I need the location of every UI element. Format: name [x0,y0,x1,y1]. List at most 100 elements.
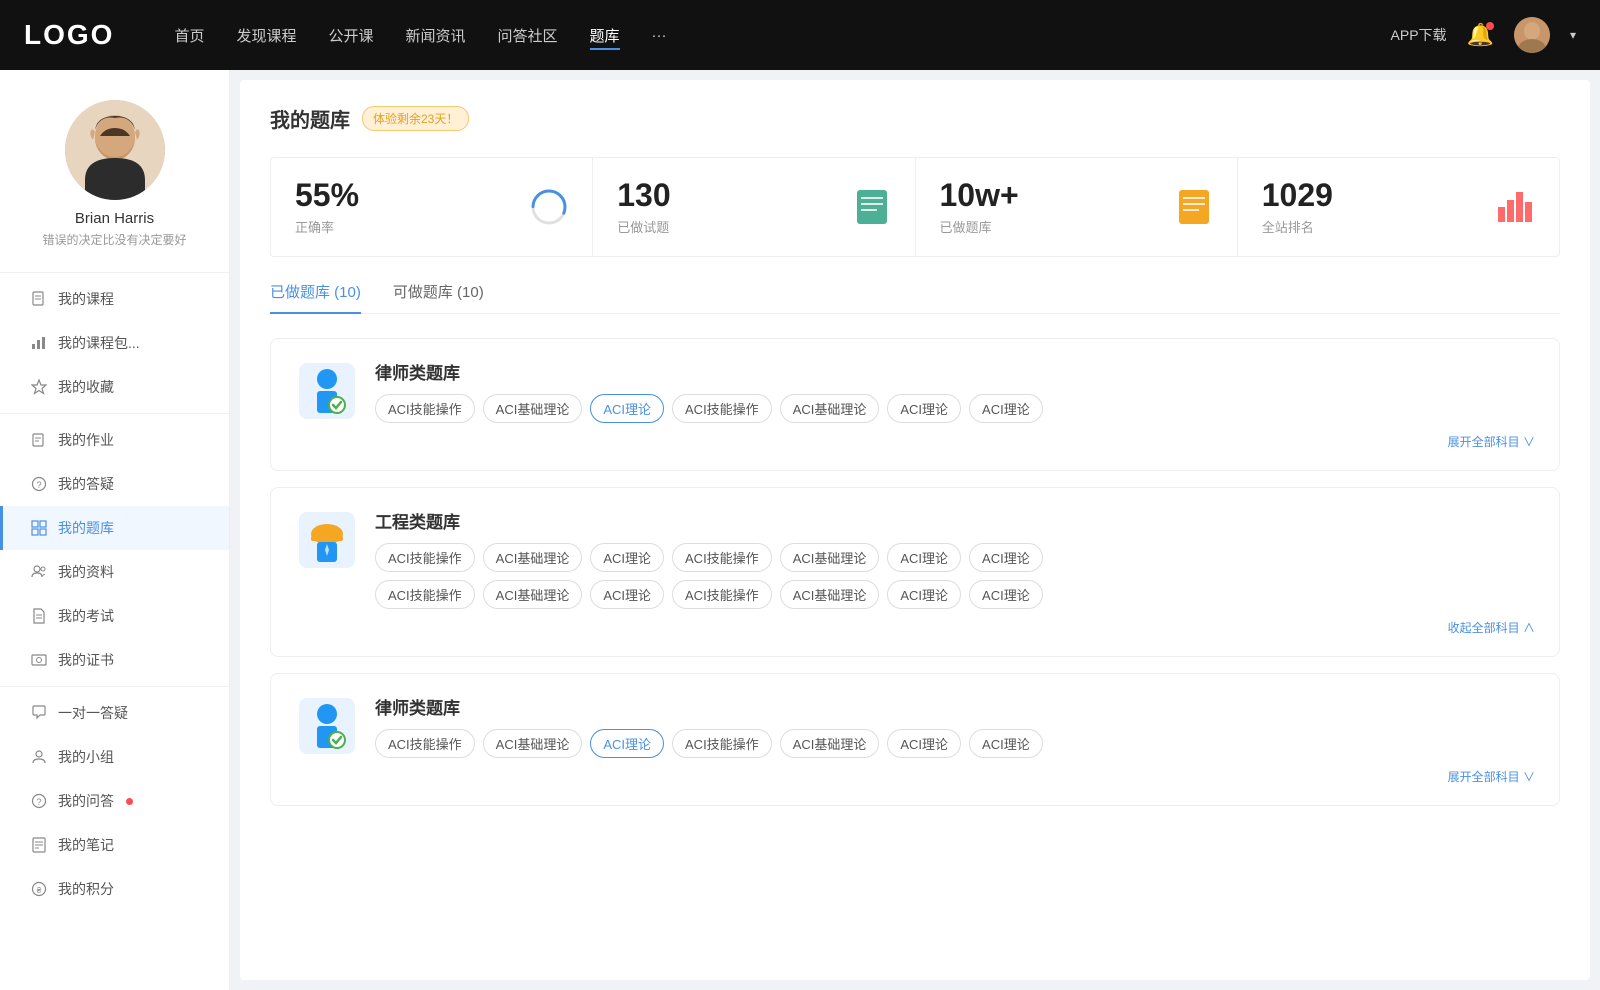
sidebar-label-favorites: 我的收藏 [58,377,114,397]
nav-open-course[interactable]: 公开课 [328,21,373,50]
lawyer-bank-icon2 [299,698,355,754]
sidebar-label-my-data: 我的资料 [58,562,114,582]
stat-label-done-b: 已做题库 [940,217,1019,236]
sidebar-divider2 [0,413,229,414]
nav-news[interactable]: 新闻资讯 [406,21,466,50]
edit-icon [30,431,48,449]
nav-right-actions: APP下载 🔔 ▾ [1391,17,1576,53]
tag-eng1-r2-3[interactable]: ACI技能操作 [672,580,772,609]
nav-question-bank[interactable]: 题库 [590,21,620,50]
page-header: 我的题库 体验剩余23天！ [270,104,1560,133]
tag-lawyer2-0[interactable]: ACI技能操作 [375,729,475,758]
bank-tags-lawyer2: ACI技能操作 ACI基础理论 ACI理论 ACI技能操作 ACI基础理论 AC… [375,729,1535,758]
tag-lawyer2-3[interactable]: ACI技能操作 [672,729,772,758]
sidebar-item-notes[interactable]: 我的笔记 [0,823,229,867]
tag-lawyer1-3[interactable]: ACI技能操作 [672,394,772,423]
sidebar-label-one-to-one: 一对一答疑 [58,703,128,723]
stats-row: 55% 正确率 130 已做试题 [270,157,1560,257]
tag-lawyer2-6[interactable]: ACI理论 [969,729,1043,758]
tag-eng1-r2-2[interactable]: ACI理论 [590,580,664,609]
sidebar-avatar [65,100,165,200]
tag-lawyer2-5[interactable]: ACI理论 [887,729,961,758]
tag-lawyer1-4[interactable]: ACI基础理论 [780,394,880,423]
sidebar-item-one-to-one[interactable]: 一对一答疑 [0,691,229,735]
tag-eng1-r1-6[interactable]: ACI理论 [969,543,1043,572]
stat-label-done-q: 已做试题 [617,217,670,236]
svg-text:?: ? [36,480,41,490]
expand-lawyer1[interactable]: 展开全部科目 ∨ [375,433,1535,450]
sidebar: Brian Harris 错误的决定比没有决定要好 我的课程 我的课程包... [0,70,230,990]
tag-eng1-r2-5[interactable]: ACI理论 [887,580,961,609]
nav-links: 首页 发现课程 公开课 新闻资讯 问答社区 题库 ··· [174,21,1390,50]
tab-available-banks[interactable]: 可做题库 (10) [393,281,484,314]
tag-lawyer1-1[interactable]: ACI基础理论 [483,394,583,423]
tag-eng1-r1-1[interactable]: ACI基础理论 [483,543,583,572]
sidebar-label-qa: 我的答疑 [58,474,114,494]
sidebar-item-course-package[interactable]: 我的课程包... [0,321,229,365]
sidebar-label-my-questions: 我的问答 [58,791,114,811]
tag-lawyer1-2[interactable]: ACI理论 [590,394,664,423]
bank-title-engineer1: 工程类题库 [375,508,1535,533]
trial-badge: 体验剩余23天！ [362,106,469,131]
sidebar-item-certificates[interactable]: 我的证书 [0,638,229,682]
tag-eng1-r2-6[interactable]: ACI理论 [969,580,1043,609]
tag-lawyer1-5[interactable]: ACI理论 [887,394,961,423]
sidebar-menu: 我的课程 我的课程包... 我的收藏 [0,277,229,911]
sidebar-item-question-bank[interactable]: 我的题库 [0,506,229,550]
user-menu-chevron[interactable]: ▾ [1570,28,1576,42]
sidebar-label-my-group: 我的小组 [58,747,114,767]
sidebar-item-favorites[interactable]: 我的收藏 [0,365,229,409]
logo[interactable]: LOGO [24,19,114,51]
sidebar-item-points[interactable]: ₴ 我的积分 [0,867,229,911]
tag-eng1-r1-5[interactable]: ACI理论 [887,543,961,572]
group-icon [30,748,48,766]
sidebar-item-exams[interactable]: 我的考试 [0,594,229,638]
stat-done-questions: 130 已做试题 [593,158,915,256]
tag-lawyer1-0[interactable]: ACI技能操作 [375,394,475,423]
navbar: LOGO 首页 发现课程 公开课 新闻资讯 问答社区 题库 ··· APP下载 … [0,0,1600,70]
nav-more[interactable]: ··· [652,23,667,48]
sidebar-label-certificates: 我的证书 [58,650,114,670]
rank-icon [1497,188,1535,226]
stat-rank: 1029 全站排名 [1238,158,1559,256]
tag-lawyer2-2[interactable]: ACI理论 [590,729,664,758]
bar-icon [30,334,48,352]
expand-lawyer2[interactable]: 展开全部科目 ∨ [375,768,1535,785]
tag-lawyer2-1[interactable]: ACI基础理论 [483,729,583,758]
sidebar-motto: 错误的决定比没有决定要好 [42,231,186,248]
notification-bell[interactable]: 🔔 [1467,22,1494,48]
points-icon: ₴ [30,880,48,898]
tag-eng1-r2-0[interactable]: ACI技能操作 [375,580,475,609]
user-avatar[interactable] [1514,17,1550,53]
sidebar-item-my-questions[interactable]: ? 我的问答 [0,779,229,823]
tag-eng1-r1-4[interactable]: ACI基础理论 [780,543,880,572]
tag-lawyer1-6[interactable]: ACI理论 [969,394,1043,423]
tag-eng1-r2-1[interactable]: ACI基础理论 [483,580,583,609]
sidebar-item-qa[interactable]: ? 我的答疑 [0,462,229,506]
sidebar-item-homework[interactable]: 我的作业 [0,418,229,462]
avatar-image [1514,17,1550,53]
tag-eng1-r2-4[interactable]: ACI基础理论 [780,580,880,609]
accuracy-icon [530,188,568,226]
bell-dot [1486,22,1494,30]
stat-number-done-b: 10w+ [940,178,1019,213]
bank-card-lawyer1: 律师类题库 ACI技能操作 ACI基础理论 ACI理论 ACI技能操作 ACI基… [270,338,1560,471]
tag-eng1-r1-3[interactable]: ACI技能操作 [672,543,772,572]
app-download-btn[interactable]: APP下载 [1391,25,1447,45]
tag-eng1-r1-0[interactable]: ACI技能操作 [375,543,475,572]
nav-courses[interactable]: 发现课程 [236,21,296,50]
collapse-engineer1[interactable]: 收起全部科目 ∧ [375,619,1535,636]
user-profile: Brian Harris 错误的决定比没有决定要好 [0,90,229,268]
tab-done-banks[interactable]: 已做题库 (10) [270,281,361,314]
sidebar-item-my-data[interactable]: 我的资料 [0,550,229,594]
svg-text:?: ? [36,797,41,807]
nav-qa[interactable]: 问答社区 [498,21,558,50]
sidebar-label-course-package: 我的课程包... [58,333,140,353]
sidebar-item-my-group[interactable]: 我的小组 [0,735,229,779]
sidebar-item-my-courses[interactable]: 我的课程 [0,277,229,321]
lawyer-bank-icon1 [299,363,355,419]
tag-lawyer2-4[interactable]: ACI基础理论 [780,729,880,758]
tag-eng1-r1-2[interactable]: ACI理论 [590,543,664,572]
stat-label-accuracy: 正确率 [295,217,359,236]
nav-home[interactable]: 首页 [174,21,204,50]
